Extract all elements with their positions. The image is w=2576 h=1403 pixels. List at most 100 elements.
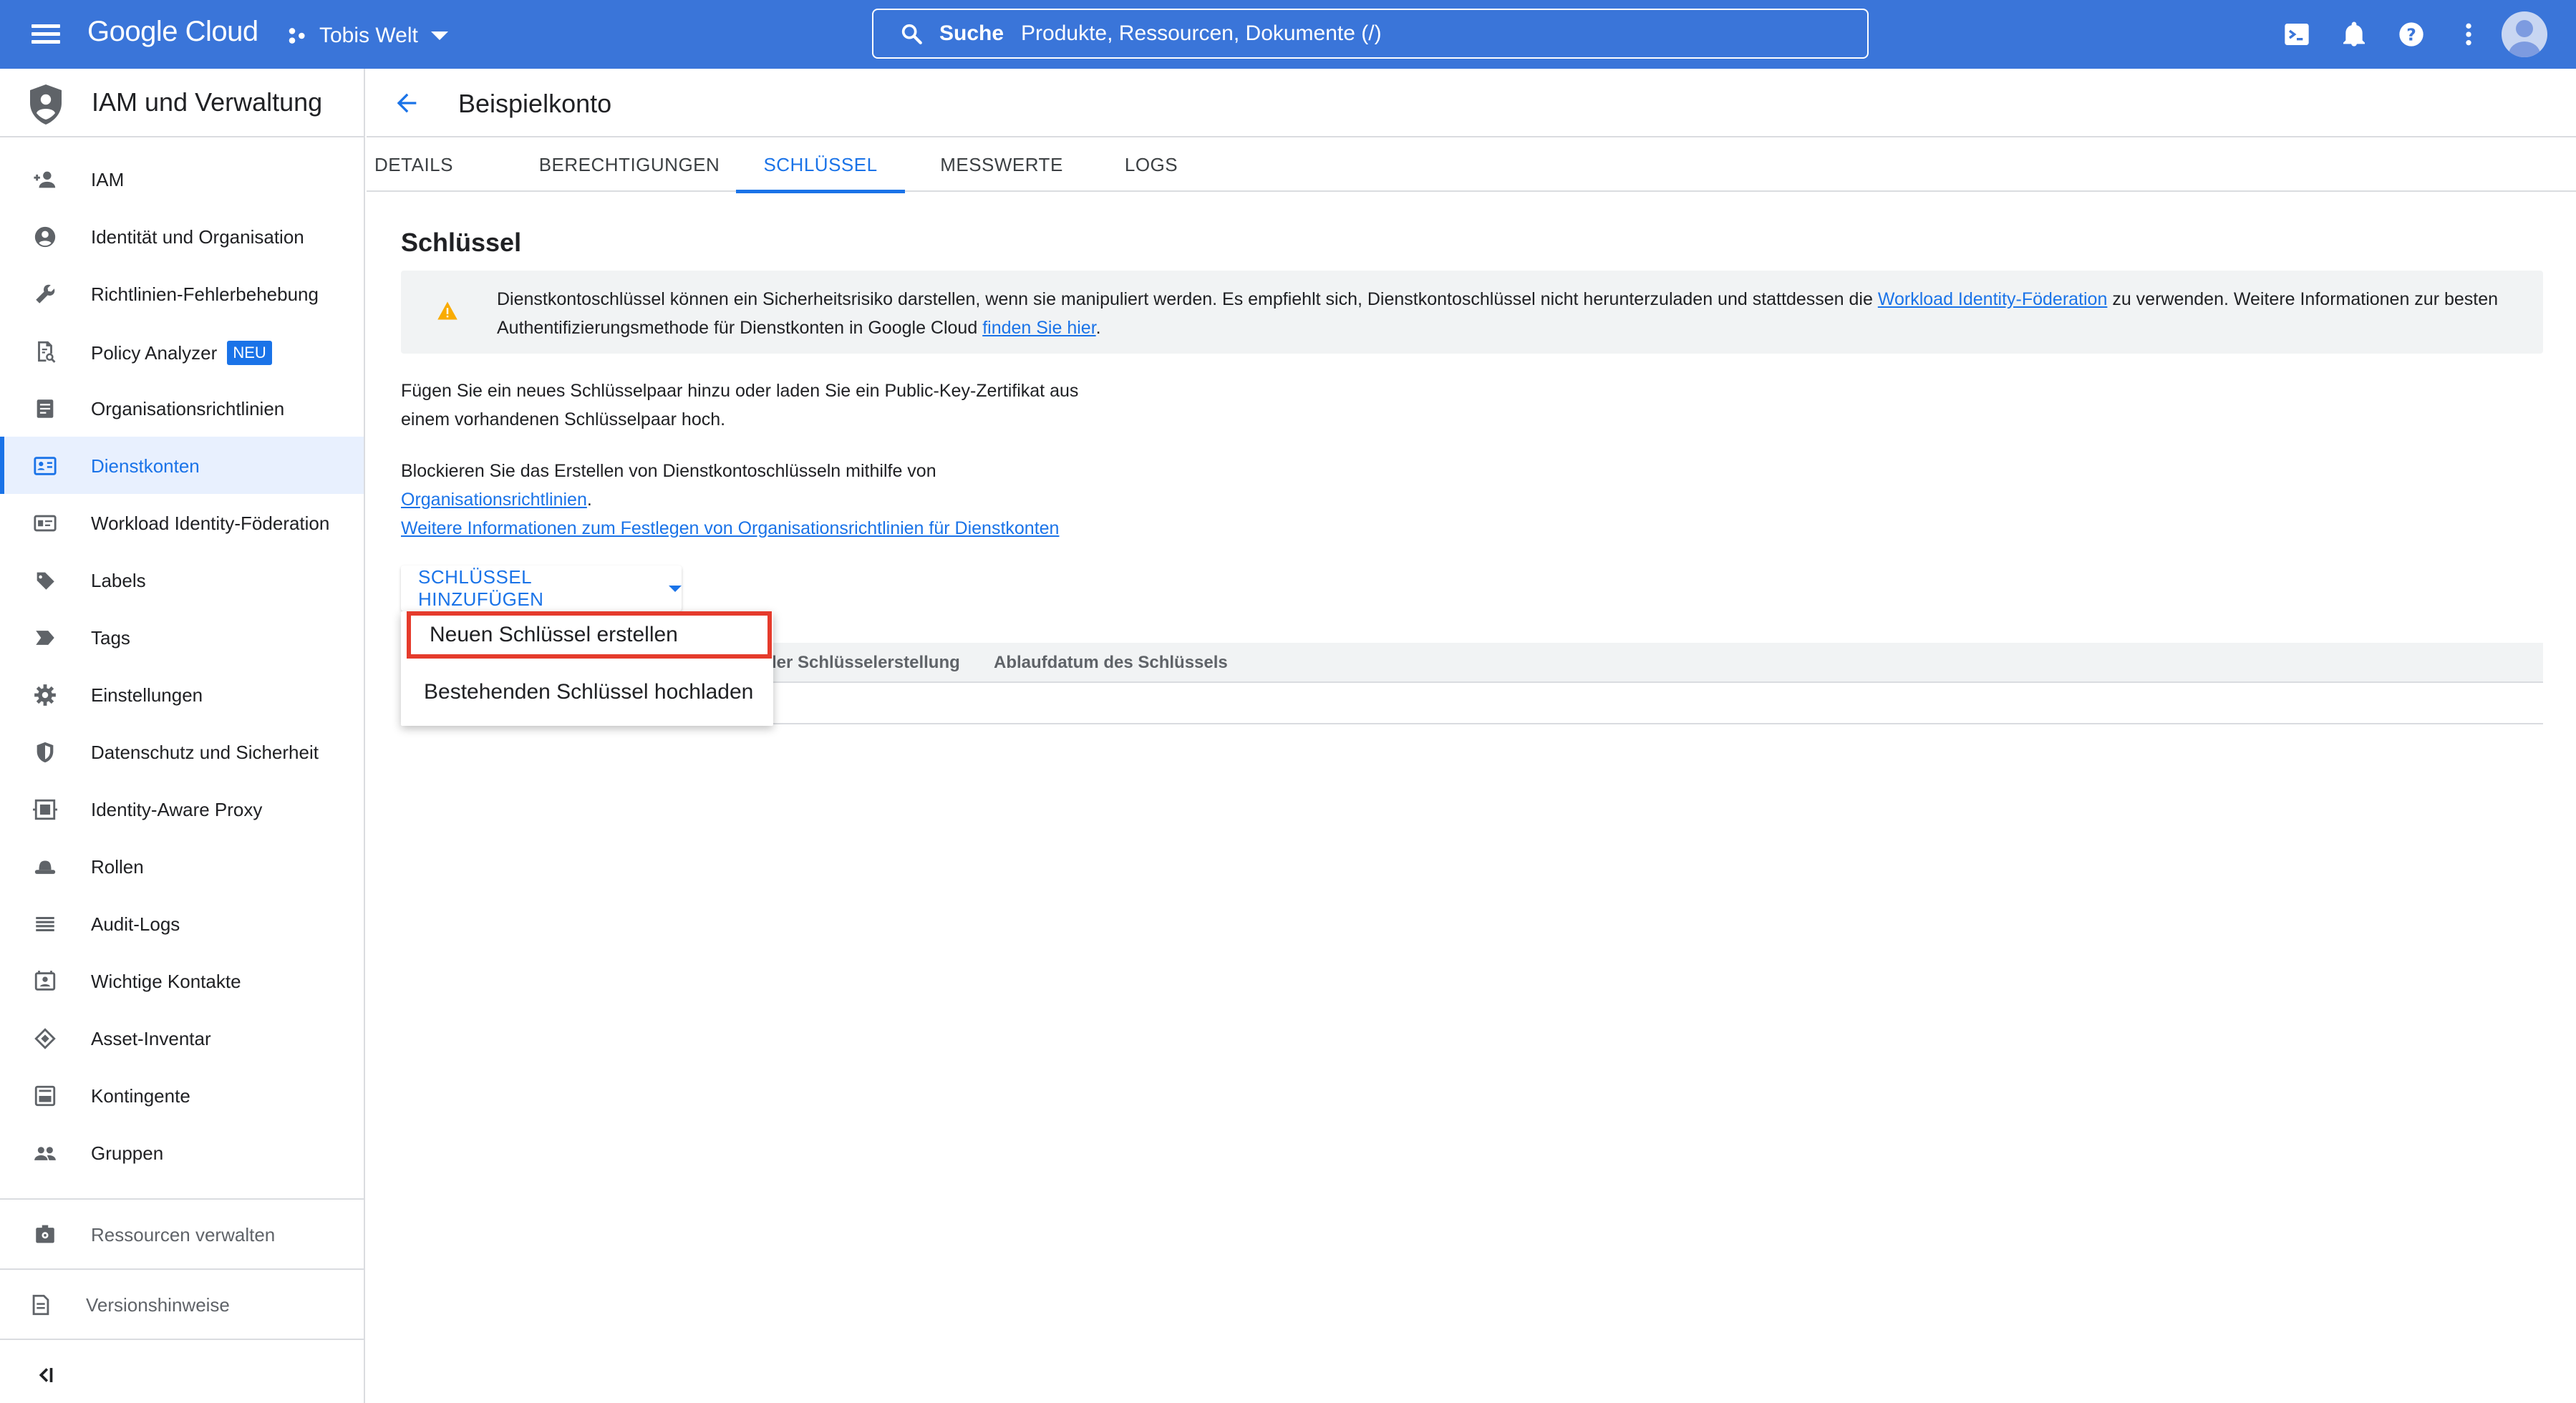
menu-item-create-new-key[interactable]: Neuen Schlüssel erstellen — [407, 611, 772, 659]
sidebar-item-organisationsrichtlinien[interactable]: Organisationsrichtlinien — [0, 379, 364, 437]
sidebar-item-policy-analyzer[interactable]: Policy Analyzer NEU — [0, 322, 364, 379]
tab-details[interactable]: DETAILS — [367, 137, 461, 192]
project-name: Tobis Welt — [319, 24, 418, 47]
label-icon — [36, 572, 54, 590]
hamburger-menu-icon[interactable] — [29, 20, 63, 49]
tab-bar: DETAILS BERECHTIGUNGEN SCHLÜSSEL MESSWER… — [367, 137, 2576, 193]
search-bar[interactable]: Suche Produkte, Ressourcen, Dokumente (/… — [872, 9, 1869, 59]
sidebar-item-label: IAM — [91, 169, 125, 190]
search-placeholder: Produkte, Ressourcen, Dokumente (/) — [1021, 21, 1382, 45]
sidebar-item-tags[interactable]: Tags — [0, 608, 364, 666]
sidebar-item-identitaet-organisation[interactable]: Identität und Organisation — [0, 208, 364, 265]
sidebar-release-notes[interactable]: Versionshinweise — [0, 1276, 364, 1333]
sidebar-item-label: Richtlinien-Fehlerbehebung — [91, 283, 319, 305]
notifications-bell-icon[interactable] — [2340, 20, 2368, 49]
group-icon — [34, 1147, 56, 1160]
project-selector[interactable]: Tobis Welt — [286, 20, 448, 52]
add-key-dropdown-menu: Neuen Schlüssel erstellen Bestehenden Sc… — [401, 611, 773, 726]
org-policies-learn-more-link[interactable]: Weitere Informationen zum Festlegen von … — [401, 518, 1059, 538]
back-arrow-icon[interactable] — [392, 89, 421, 117]
sidebar-item-workload-identity[interactable]: Workload Identity-Föderation — [0, 494, 364, 551]
sidebar-item-richtlinien-fehlerbehebung[interactable]: Richtlinien-Fehlerbehebung — [0, 265, 364, 322]
google-cloud-logo[interactable]: Google Cloud — [87, 16, 258, 48]
sidebar-header: IAM und Verwaltung — [0, 69, 364, 137]
sidebar-item-audit-logs[interactable]: Audit-Logs — [0, 895, 364, 952]
workload-identity-link[interactable]: Workload Identity-Föderation — [1878, 289, 2108, 309]
avatar-person-icon — [2509, 20, 2540, 57]
sidebar-item-datenschutz-sicherheit[interactable]: Datenschutz und Sicherheit — [0, 723, 364, 780]
add-key-button[interactable]: SCHLÜSSEL HINZUFÜGEN — [401, 565, 682, 611]
sidebar-item-label: Organisationsrichtlinien — [91, 398, 285, 419]
sidebar-item-label: Identity-Aware Proxy — [91, 799, 263, 820]
tab-berechtigungen[interactable]: BERECHTIGUNGEN — [526, 137, 733, 192]
svg-text:?: ? — [2406, 24, 2416, 44]
manage-resources-icon — [36, 1225, 54, 1243]
sidebar-item-label: Dienstkonten — [91, 455, 200, 477]
cloud-shell-terminal-icon[interactable] — [2282, 20, 2311, 49]
warning-text-part: Dienstkontoschlüssel können ein Sicherhe… — [497, 289, 1878, 309]
sidebar-item-iam[interactable]: IAM — [0, 150, 364, 208]
list-document-icon — [37, 399, 54, 418]
sidebar: IAM und Verwaltung IAM Identität und Org… — [0, 69, 365, 1403]
contact-card-icon — [34, 971, 56, 991]
tab-schluessel[interactable]: SCHLÜSSEL — [736, 137, 905, 193]
sidebar-divider — [0, 1268, 364, 1270]
sidebar-item-identity-aware-proxy[interactable]: Identity-Aware Proxy — [0, 780, 364, 838]
warning-triangle-icon — [437, 301, 457, 320]
sidebar-item-gruppen[interactable]: Gruppen — [0, 1124, 364, 1181]
sidebar-divider — [0, 1339, 364, 1340]
more-vert-icon[interactable] — [2454, 20, 2483, 49]
block-key-description: Blockieren Sie das Erstellen von Dienstk… — [401, 457, 1059, 543]
sidebar-item-label: Rollen — [91, 856, 144, 878]
sidebar-item-label: Policy Analyzer NEU — [91, 341, 272, 365]
page-title: Beispielkonto — [458, 89, 612, 118]
chevron-down-icon — [430, 31, 448, 40]
tab-messwerte[interactable]: MESSWERTE — [926, 137, 1077, 192]
description-line: einem vorhandenen Schlüsselpaar hoch. — [401, 409, 726, 429]
page-header — [367, 69, 2576, 137]
sidebar-title: IAM und Verwaltung — [92, 87, 323, 117]
sidebar-item-kontingente[interactable]: Kontingente — [0, 1067, 364, 1124]
iam-shield-icon — [30, 84, 62, 125]
warning-text: Dienstkontoschlüssel können ein Sicherhe… — [497, 285, 2516, 342]
org-policies-link[interactable]: Organisationsrichtlinien — [401, 490, 587, 510]
sidebar-item-label: Asset-Inventar — [91, 1028, 211, 1049]
collapse-sidebar-icon[interactable] — [33, 1363, 57, 1387]
sidebar-item-labels[interactable]: Labels — [0, 551, 364, 608]
wrench-icon — [36, 284, 55, 304]
new-badge: NEU — [227, 341, 272, 365]
menu-item-upload-existing-key[interactable]: Bestehenden Schlüssel hochladen — [401, 669, 773, 716]
tab-logs[interactable]: LOGS — [1094, 137, 1209, 192]
gear-icon — [34, 684, 56, 706]
lines-icon — [36, 916, 54, 932]
sidebar-item-label: Workload Identity-Föderation — [91, 513, 330, 534]
description-line: Fügen Sie ein neues Schlüsselpaar hinzu … — [401, 381, 1079, 401]
top-bar: Google Cloud Tobis Welt Suche Produkte, … — [0, 0, 2576, 69]
sidebar-item-label: Tags — [91, 627, 130, 649]
find-here-link[interactable]: finden Sie hier — [982, 318, 1095, 338]
help-icon[interactable]: ? — [2397, 20, 2426, 49]
description-line: Weitere Informationen zum Festlegen von … — [401, 514, 1059, 543]
sidebar-item-label: Identität und Organisation — [91, 226, 304, 248]
description-line: Organisationsrichtlinien. — [401, 485, 1059, 514]
sidebar-item-dienstkonten[interactable]: Dienstkonten — [0, 437, 364, 494]
column-header-expiration-date[interactable]: Ablaufdatum des Schlüssels — [994, 653, 1228, 673]
id-card-icon — [34, 515, 57, 532]
sidebar-item-asset-inventar[interactable]: Asset-Inventar — [0, 1009, 364, 1067]
layers-icon — [34, 1028, 56, 1049]
add-key-button-label: SCHLÜSSEL HINZUFÜGEN — [418, 566, 544, 610]
project-nodes-icon — [289, 28, 305, 44]
document-search-icon — [38, 341, 56, 363]
account-circle-icon — [34, 226, 56, 248]
warning-text-part: . — [1095, 318, 1101, 338]
column-header-creation-date[interactable]: der Schlüsselerstellung — [766, 653, 960, 673]
user-avatar[interactable] — [2502, 11, 2547, 57]
sidebar-item-wichtige-kontakte[interactable]: Wichtige Kontakte — [0, 952, 364, 1009]
sidebar-item-rollen[interactable]: Rollen — [0, 838, 364, 895]
description-line: Blockieren Sie das Erstellen von Dienstk… — [401, 461, 936, 481]
sidebar-manage-resources[interactable]: Ressourcen verwalten — [0, 1205, 364, 1263]
sidebar-item-label: Einstellungen — [91, 684, 203, 706]
security-warning-banner: Dienstkontoschlüssel können ein Sicherhe… — [401, 271, 2543, 354]
sidebar-item-einstellungen[interactable]: Einstellungen — [0, 666, 364, 723]
shield-icon — [37, 742, 54, 763]
